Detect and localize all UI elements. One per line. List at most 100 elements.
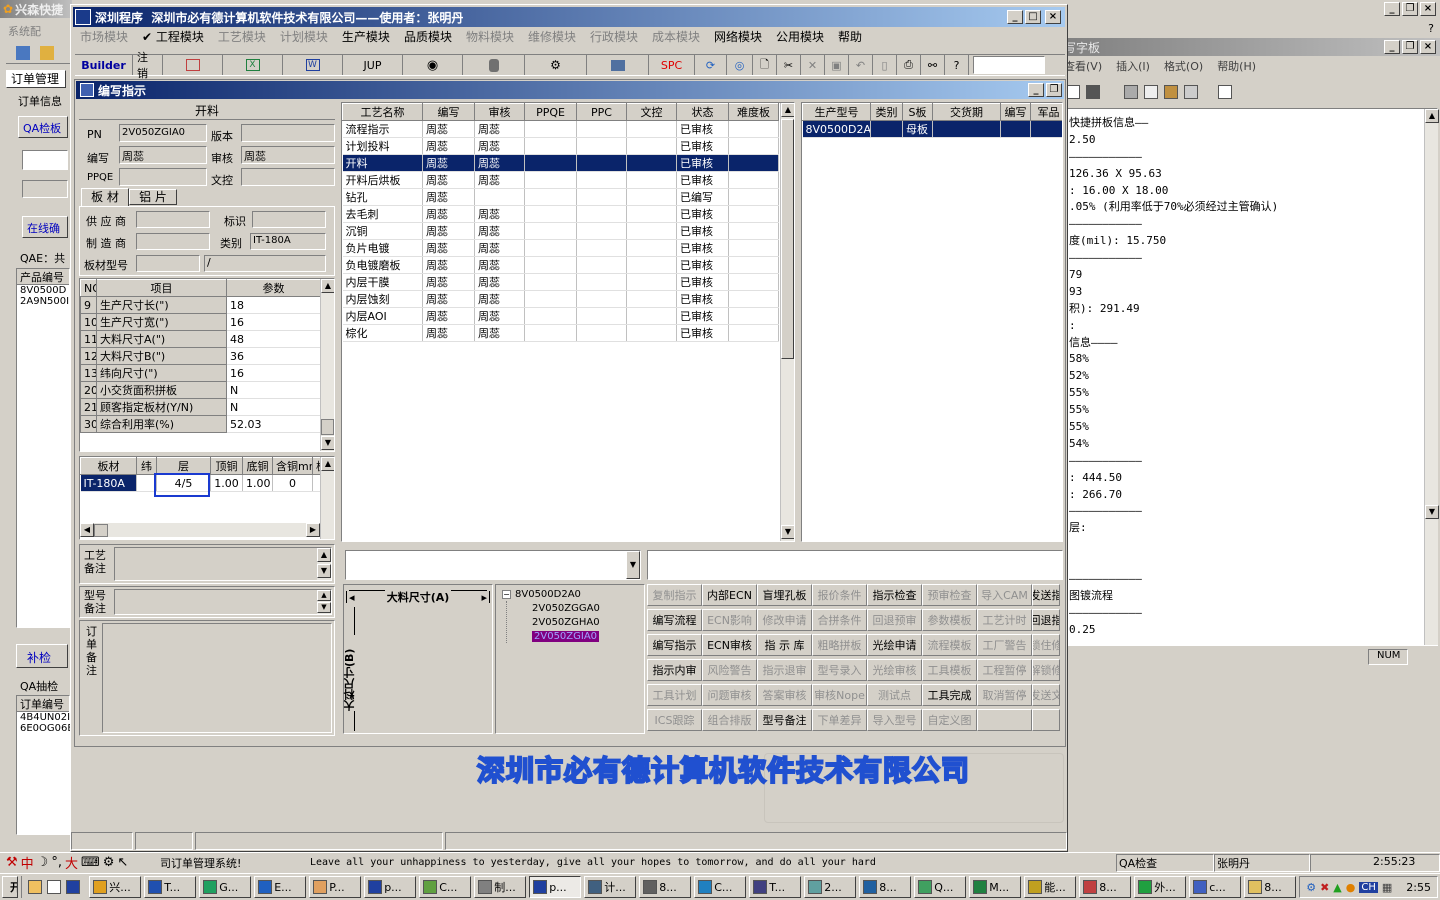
- taskbar-item[interactable]: 计...: [584, 876, 637, 898]
- new-button[interactable]: 🗋: [753, 55, 777, 75]
- report-button[interactable]: [163, 55, 223, 75]
- menu-view[interactable]: 查看(V): [1064, 58, 1102, 74]
- action-button[interactable]: 工具完成: [922, 684, 977, 706]
- help-button[interactable]: ?: [945, 55, 969, 75]
- scroll-thumb[interactable]: [781, 119, 794, 359]
- model-tree[interactable]: −8V0500D2A0 2V050ZGGA0 2V050ZGHA0 2V050Z…: [495, 584, 645, 734]
- taskbar-item[interactable]: 8...: [1079, 876, 1132, 898]
- scroll-down-button[interactable]: ▼: [781, 525, 794, 539]
- scroll-down-button[interactable]: ▼: [1425, 505, 1439, 519]
- action-button[interactable]: 回退指: [1032, 609, 1060, 631]
- table-row[interactable]: 内层干膜 周蕊 周蕊 已审核: [342, 273, 779, 291]
- qa-check-button[interactable]: QA检板: [18, 116, 68, 138]
- menu-item[interactable]: 品质模块: [397, 28, 459, 46]
- taskbar-item[interactable]: T...: [749, 876, 802, 898]
- action-button[interactable]: 发送指: [1032, 584, 1060, 606]
- taskbar-item[interactable]: Q...: [914, 876, 967, 898]
- scroll-down-button[interactable]: ▼: [317, 602, 331, 613]
- col-header[interactable]: 板材: [80, 457, 137, 475]
- menu-item[interactable]: 帮助: [831, 28, 869, 46]
- restore-button[interactable]: ❐: [1046, 83, 1062, 97]
- col-header[interactable]: 纬: [136, 457, 157, 475]
- list-item[interactable]: 6E0OG06E: [17, 723, 74, 734]
- action-button[interactable]: 报价条件: [812, 584, 867, 606]
- col-header[interactable]: 类别: [870, 103, 903, 121]
- key-icon[interactable]: [40, 46, 54, 60]
- action-button[interactable]: 工程暂停: [977, 659, 1032, 681]
- table-row[interactable]: 开料后烘板 周蕊 周蕊 已审核: [342, 171, 779, 189]
- taskbar-item[interactable]: T...: [144, 876, 197, 898]
- action-button[interactable]: 答案审核: [757, 684, 812, 706]
- action-button[interactable]: 光绘审核: [867, 659, 922, 681]
- action-button[interactable]: 导入CAM: [977, 584, 1032, 606]
- action-button[interactable]: 导入型号: [867, 709, 922, 731]
- action-button[interactable]: ECN影响: [702, 609, 757, 631]
- version-field[interactable]: [241, 124, 335, 142]
- close-button[interactable]: ×: [1420, 2, 1436, 16]
- ime-chinese-label[interactable]: 中: [21, 853, 34, 872]
- table-cell[interactable]: [870, 120, 903, 138]
- action-button[interactable]: ICS跟踪: [647, 709, 702, 731]
- preview-icon[interactable]: [1066, 85, 1080, 99]
- taskbar-item[interactable]: P...: [309, 876, 362, 898]
- copy-icon[interactable]: [1144, 85, 1158, 99]
- find-button[interactable]: ⚯: [921, 55, 945, 75]
- moon-icon[interactable]: ☽: [37, 855, 49, 870]
- table-row[interactable]: 21顾客指定板材(Y/N)N: [80, 398, 321, 416]
- action-button[interactable]: 指示内审: [647, 659, 702, 681]
- scroll-down-button[interactable]: ▼: [321, 436, 334, 450]
- action-button[interactable]: 修改申请: [757, 609, 812, 631]
- menu-insert[interactable]: 插入(I): [1116, 58, 1150, 74]
- table-cell[interactable]: 1.00: [242, 474, 273, 492]
- scroll-up-button[interactable]: ▲: [317, 590, 331, 601]
- taskbar-item[interactable]: M...: [969, 876, 1022, 898]
- col-header[interactable]: 状态: [676, 103, 729, 121]
- col-header[interactable]: PPC: [576, 103, 627, 121]
- remark-combo[interactable]: ▼: [345, 550, 641, 580]
- action-button[interactable]: 编写流程: [647, 609, 702, 631]
- tray-icon[interactable]: ▲: [1333, 881, 1341, 894]
- taskbar-item[interactable]: p...: [364, 876, 417, 898]
- table-cell[interactable]: 母板: [902, 120, 933, 138]
- action-button[interactable]: 指 示 库: [757, 634, 812, 656]
- action-button[interactable]: 合拼条件: [812, 609, 867, 631]
- action-button[interactable]: 复制指示: [647, 584, 702, 606]
- maximize-button[interactable]: □: [1025, 10, 1041, 24]
- order-remark-field[interactable]: [102, 623, 332, 733]
- col-header[interactable]: 底铜: [242, 457, 273, 475]
- close-button[interactable]: ×: [1420, 40, 1436, 54]
- process-table[interactable]: 工艺名称 编写 审核 PPQE PPC 文控 状态 难度板 流程指示 周蕊 周蕊 已审核 计划投料 周蕊…: [341, 102, 795, 542]
- menu-item[interactable]: 行政模块: [583, 28, 645, 46]
- builder-button[interactable]: Builder: [75, 55, 133, 75]
- action-button[interactable]: 工厂警告: [977, 634, 1032, 656]
- scroll-thumb[interactable]: [321, 419, 334, 435]
- punct-icon[interactable]: °,: [51, 855, 62, 870]
- minimize-button[interactable]: _: [1384, 2, 1400, 16]
- action-button[interactable]: 流程模板: [922, 634, 977, 656]
- menu-item[interactable]: 成本模块: [645, 28, 707, 46]
- scroll-up-button[interactable]: ▲: [321, 457, 334, 471]
- model-remark-field[interactable]: ▲ ▼: [114, 589, 332, 615]
- scroll-down-button[interactable]: ▼: [317, 564, 331, 578]
- taskbar-item[interactable]: 8...: [859, 876, 912, 898]
- taskbar-item[interactable]: 兴...: [89, 876, 142, 898]
- cut-icon[interactable]: [1124, 85, 1138, 99]
- table-row[interactable]: 棕化 周蕊 周蕊 已审核: [342, 324, 779, 342]
- bg-left-product-list[interactable]: 产品编号 8V0500D 2A9N500I: [16, 268, 70, 628]
- action-button[interactable]: [977, 709, 1032, 731]
- col-header[interactable]: 编写: [422, 103, 475, 121]
- language-indicator[interactable]: CH: [1359, 881, 1378, 893]
- col-header[interactable]: 军品: [1030, 103, 1062, 121]
- process-scrollbar[interactable]: ▲ ▼: [780, 103, 794, 541]
- chevron-down-icon[interactable]: ▼: [626, 551, 640, 579]
- action-button[interactable]: 指示退审: [757, 659, 812, 681]
- table-row[interactable]: 流程指示 周蕊 周蕊 已审核: [342, 120, 779, 138]
- recheck-button[interactable]: 补检: [16, 644, 68, 668]
- action-button[interactable]: 工具模板: [922, 659, 977, 681]
- table-cell[interactable]: 0: [272, 474, 313, 492]
- scroll-up-button[interactable]: ▲: [321, 279, 334, 293]
- quick-launch-icon[interactable]: [66, 880, 81, 894]
- delete-button[interactable]: ✕: [801, 55, 825, 75]
- table-cell[interactable]: 8V0500D2A0: [802, 120, 871, 138]
- action-button[interactable]: 预审检查: [922, 584, 977, 606]
